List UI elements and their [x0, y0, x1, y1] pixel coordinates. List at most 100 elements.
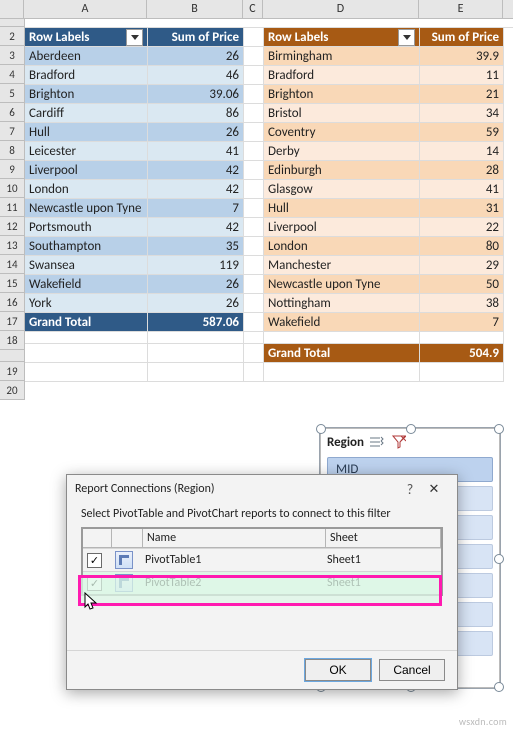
- grid[interactable]: Row LabelsSum of PriceRow LabelsSum of P…: [25, 19, 513, 400]
- pivot1-row-value: 26: [148, 47, 244, 66]
- filter-dropdown-icon[interactable]: [398, 29, 415, 46]
- row-header[interactable]: 14: [0, 255, 24, 274]
- dialog-table-row[interactable]: PivotTable2Sheet1: [83, 571, 441, 594]
- row-header[interactable]: 16: [0, 293, 24, 312]
- pivot1-row-label[interactable]: Cardiff: [25, 104, 148, 123]
- pivot2-row-label[interactable]: Glasgow: [264, 180, 420, 199]
- pivot2-grand-total-label: Grand Total: [264, 344, 420, 363]
- row-header[interactable]: 11: [0, 198, 24, 217]
- pivot2-row-value: 29: [420, 256, 504, 275]
- row-header[interactable]: 17: [0, 312, 24, 331]
- pivot1-row-value: 35: [148, 237, 244, 256]
- pivot1-row-label[interactable]: Southampton: [25, 237, 148, 256]
- pivot1-row-label[interactable]: Bradford: [25, 66, 148, 85]
- pivot2-row-value: 31: [420, 199, 504, 218]
- dialog-report-connections: Report Connections (Region) ? ✕ Select P…: [66, 474, 458, 690]
- pivot1-row-value: 7: [148, 199, 244, 218]
- pivot2-row-label[interactable]: Liverpool: [264, 218, 420, 237]
- column-header-e[interactable]: E: [419, 0, 503, 18]
- row-header[interactable]: 20: [0, 381, 24, 400]
- pivot2-row-label[interactable]: London: [264, 237, 420, 256]
- pivot2-row-label[interactable]: Newcastle upon Tyne: [264, 275, 420, 294]
- dialog-col-name[interactable]: Name: [143, 529, 326, 547]
- pivot1-row-label[interactable]: Newcastle upon Tyne: [25, 199, 148, 218]
- select-all-corner[interactable]: [0, 0, 24, 18]
- pivot1-row-label[interactable]: Hull: [25, 123, 148, 142]
- pivot2-row-label[interactable]: Bristol: [264, 104, 420, 123]
- row-header[interactable]: 7: [0, 122, 24, 141]
- row-header[interactable]: 3: [0, 46, 24, 65]
- row-header[interactable]: [0, 350, 24, 362]
- resize-handle[interactable]: [494, 682, 504, 692]
- cancel-button[interactable]: Cancel: [379, 659, 445, 681]
- pivot2-value-header: Sum of Price: [420, 28, 504, 47]
- pivot1-row-labels-header[interactable]: Row Labels: [25, 28, 148, 47]
- pivot1-row-label[interactable]: Brighton: [25, 85, 148, 104]
- help-icon[interactable]: ?: [401, 481, 419, 498]
- pivot2-row-label[interactable]: Brighton: [264, 85, 420, 104]
- column-header-row: A B C D E: [0, 0, 513, 19]
- pivot2-row-labels-header[interactable]: Row Labels: [264, 28, 420, 47]
- resize-handle[interactable]: [406, 424, 416, 434]
- pivot1-row-label[interactable]: Wakefield: [25, 275, 148, 294]
- dialog-title: Report Connections (Region): [75, 482, 215, 496]
- pivot1-row-value: 26: [148, 294, 244, 313]
- pivot1-row-label[interactable]: London: [25, 180, 148, 199]
- row-header[interactable]: 2: [0, 27, 24, 46]
- pivot1-row-label[interactable]: Liverpool: [25, 161, 148, 180]
- row-header[interactable]: 18: [0, 331, 24, 350]
- column-header-b[interactable]: B: [147, 0, 243, 18]
- pivot1-row-label[interactable]: Swansea: [25, 256, 148, 275]
- column-header-d[interactable]: D: [263, 0, 419, 18]
- row-header[interactable]: 5: [0, 84, 24, 103]
- pivot1-row-label[interactable]: Portsmouth: [25, 218, 148, 237]
- close-icon[interactable]: ✕: [419, 482, 449, 497]
- pivot2-row-label[interactable]: Derby: [264, 142, 420, 161]
- dialog-instruction: Select PivotTable and PivotChart reports…: [81, 507, 443, 521]
- row-header[interactable]: 13: [0, 236, 24, 255]
- pivot1-row-value: 26: [148, 123, 244, 142]
- checkbox[interactable]: [87, 553, 102, 568]
- pivot2-row-label[interactable]: Bradford: [264, 66, 420, 85]
- pivot2-row-label[interactable]: Edinburgh: [264, 161, 420, 180]
- pivot2-row-label[interactable]: Hull: [264, 199, 420, 218]
- pivot2-row-label[interactable]: Birmingham: [264, 47, 420, 66]
- row-header[interactable]: 6: [0, 103, 24, 122]
- resize-handle[interactable]: [494, 424, 504, 434]
- checkbox[interactable]: [87, 576, 102, 591]
- ok-button[interactable]: OK: [305, 659, 371, 681]
- pivot2-row-value: 7: [420, 313, 504, 332]
- column-header-c[interactable]: C: [243, 0, 263, 18]
- pivot2-row-label[interactable]: Manchester: [264, 256, 420, 275]
- pivot2-grand-total-value: 504.9: [420, 344, 504, 363]
- row-header[interactable]: 4: [0, 65, 24, 84]
- pivot1-row-value: 26: [148, 275, 244, 294]
- dialog-buttons: OK Cancel: [67, 650, 457, 689]
- pivot1-row-value: 42: [148, 218, 244, 237]
- filter-dropdown-icon[interactable]: [126, 29, 143, 46]
- pivot2-row-value: 34: [420, 104, 504, 123]
- pivot1-row-label[interactable]: York: [25, 294, 148, 313]
- row-header[interactable]: 15: [0, 274, 24, 293]
- pivot2-row-value: 59: [420, 123, 504, 142]
- pivot1-row-label[interactable]: Leicester: [25, 142, 148, 161]
- spreadsheet: A B C D E 234567891011121314151617181920…: [0, 0, 513, 732]
- row-header[interactable]: 12: [0, 217, 24, 236]
- dialog-row-name: PivotTable1: [141, 553, 323, 567]
- row-header[interactable]: 19: [0, 362, 24, 381]
- pivot2-row-label[interactable]: Wakefield: [264, 313, 420, 332]
- pivot2-row-value: 41: [420, 180, 504, 199]
- resize-handle[interactable]: [316, 424, 326, 434]
- pivot1-row-label[interactable]: Aberdeen: [25, 47, 148, 66]
- resize-handle[interactable]: [494, 554, 504, 564]
- row-header[interactable]: 8: [0, 141, 24, 160]
- column-header-a[interactable]: A: [24, 0, 147, 18]
- row-header[interactable]: 10: [0, 179, 24, 198]
- pivot1-row-value: 86: [148, 104, 244, 123]
- pivot2-row-label[interactable]: Nottingham: [264, 294, 420, 313]
- row-header[interactable]: 9: [0, 160, 24, 179]
- dialog-col-sheet[interactable]: Sheet: [326, 529, 441, 547]
- dialog-table-row[interactable]: PivotTable1Sheet1: [83, 548, 441, 571]
- dialog-titlebar[interactable]: Report Connections (Region) ? ✕: [67, 475, 457, 503]
- pivot2-row-label[interactable]: Coventry: [264, 123, 420, 142]
